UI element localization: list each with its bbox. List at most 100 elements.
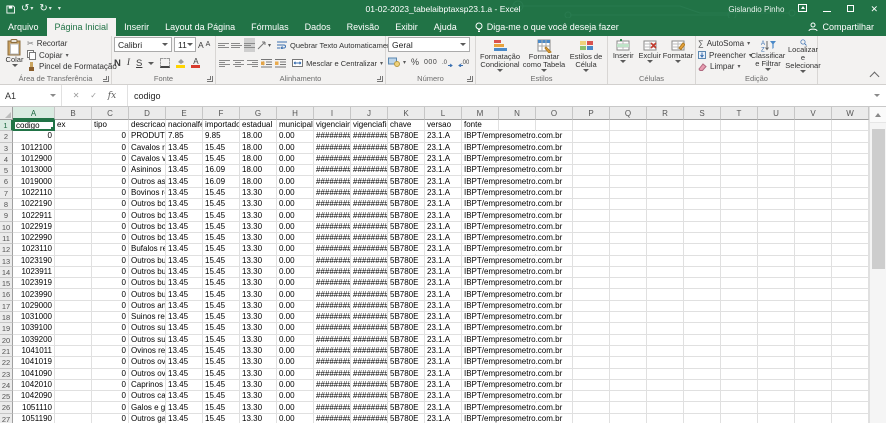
cell-W20[interactable] [832,335,869,346]
cell-T13[interactable] [721,256,758,267]
cell-T3[interactable] [721,143,758,154]
cell-B23[interactable] [55,369,92,380]
cell-H24[interactable]: 0.00 [277,380,314,391]
cell-T27[interactable] [721,414,758,423]
cell-G11[interactable]: 13.30 [240,233,277,244]
cell-F13[interactable]: 15.45 [203,256,240,267]
cell-J16[interactable]: ######## [351,289,388,300]
bold-button[interactable]: N [114,58,121,69]
cell-U8[interactable] [758,199,795,210]
cell-G12[interactable]: 13.30 [240,244,277,255]
cell-R23[interactable] [647,369,684,380]
cell-U14[interactable] [758,267,795,278]
cell-U9[interactable] [758,210,795,221]
cell-A5[interactable]: 1013000 [13,165,55,176]
cell-T12[interactable] [721,244,758,255]
cell-C26[interactable]: 0 [92,402,129,413]
cell-T7[interactable] [721,188,758,199]
cell-B8[interactable] [55,199,92,210]
cell-B27[interactable] [55,414,92,423]
cell-G13[interactable]: 13.30 [240,256,277,267]
cell-J5[interactable]: ######## [351,165,388,176]
font-color-button[interactable]: A [191,58,200,68]
cell-P23[interactable] [573,369,610,380]
cell-V9[interactable] [795,210,832,221]
cell-E20[interactable]: 13.45 [166,335,203,346]
cell-Q7[interactable] [610,188,647,199]
cell-A16[interactable]: 1023990 [13,289,55,300]
cell-S10[interactable] [684,222,721,233]
cell-K21[interactable]: 5B780E [388,346,425,357]
cell-F14[interactable]: 15.45 [203,267,240,278]
cell-E7[interactable]: 13.45 [166,188,203,199]
cell-I11[interactable]: ######## [314,233,351,244]
cell-Q26[interactable] [610,402,647,413]
cell-V6[interactable] [795,176,832,187]
cell-F5[interactable]: 16.09 [203,165,240,176]
cell-H3[interactable]: 0.00 [277,143,314,154]
column-header-D[interactable]: D [129,107,166,120]
cell-E25[interactable]: 13.45 [166,391,203,402]
font-dialog-launcher[interactable] [207,76,213,82]
cell-B21[interactable] [55,346,92,357]
paste-button[interactable]: Colar [2,37,27,73]
cell-C20[interactable]: 0 [92,335,129,346]
cell-V20[interactable] [795,335,832,346]
cell-R1[interactable] [647,120,684,131]
cell-R5[interactable] [647,165,684,176]
tab-home[interactable]: Página Inicial [47,18,117,36]
cell-P22[interactable] [573,357,610,368]
scrollbar-thumb[interactable] [872,129,885,269]
cell-C22[interactable]: 0 [92,357,129,368]
decrease-font-button[interactable]: A [206,41,211,49]
cell-S9[interactable] [684,210,721,221]
cell-U5[interactable] [758,165,795,176]
comma-style-button[interactable]: 000 [424,59,437,66]
cell-W10[interactable] [832,222,869,233]
cell-L11[interactable]: 23.1.A [425,233,462,244]
cell-D2[interactable]: PRODUTO [129,131,166,142]
cell-T2[interactable] [721,131,758,142]
cell-M1[interactable]: fonte [462,120,499,131]
cell-I16[interactable]: ######## [314,289,351,300]
cell-B9[interactable] [55,210,92,221]
cell-A18[interactable]: 1031000 [13,312,55,323]
cell-J23[interactable]: ######## [351,369,388,380]
cell-J11[interactable]: ######## [351,233,388,244]
cell-G8[interactable]: 13.30 [240,199,277,210]
cell-K14[interactable]: 5B780E [388,267,425,278]
cell-I19[interactable]: ######## [314,323,351,334]
align-center-button[interactable] [232,56,244,70]
column-header-A[interactable]: A [13,107,55,120]
decrease-indent-button[interactable] [260,56,272,70]
cell-D23[interactable]: Outros ovi [129,369,166,380]
cell-U10[interactable] [758,222,795,233]
cell-L2[interactable]: 23.1.A [425,131,462,142]
confirm-entry-button[interactable]: ✓ [90,91,97,100]
cell-T6[interactable] [721,176,758,187]
font-size-select[interactable]: 11 [174,37,196,52]
cell-R20[interactable] [647,335,684,346]
cell-H11[interactable]: 0.00 [277,233,314,244]
cell-A15[interactable]: 1023919 [13,278,55,289]
cell-T18[interactable] [721,312,758,323]
cell-E9[interactable]: 13.45 [166,210,203,221]
cell-K24[interactable]: 5B780E [388,380,425,391]
cell-E27[interactable]: 13.45 [166,414,203,423]
cell-T26[interactable] [721,402,758,413]
row-header-27[interactable]: 27 [0,414,13,423]
cell-W24[interactable] [832,380,869,391]
cell-V5[interactable] [795,165,832,176]
cell-Q20[interactable] [610,335,647,346]
cell-A25[interactable]: 1042090 [13,391,55,402]
row-header-18[interactable]: 18 [0,312,13,323]
cell-W5[interactable] [832,165,869,176]
cell-C15[interactable]: 0 [92,278,129,289]
cell-E23[interactable]: 13.45 [166,369,203,380]
cell-W11[interactable] [832,233,869,244]
cell-G10[interactable]: 13.30 [240,222,277,233]
cell-Q24[interactable] [610,380,647,391]
cell-O1[interactable] [536,120,573,131]
cell-L22[interactable]: 23.1.A [425,357,462,368]
cell-P8[interactable] [573,199,610,210]
